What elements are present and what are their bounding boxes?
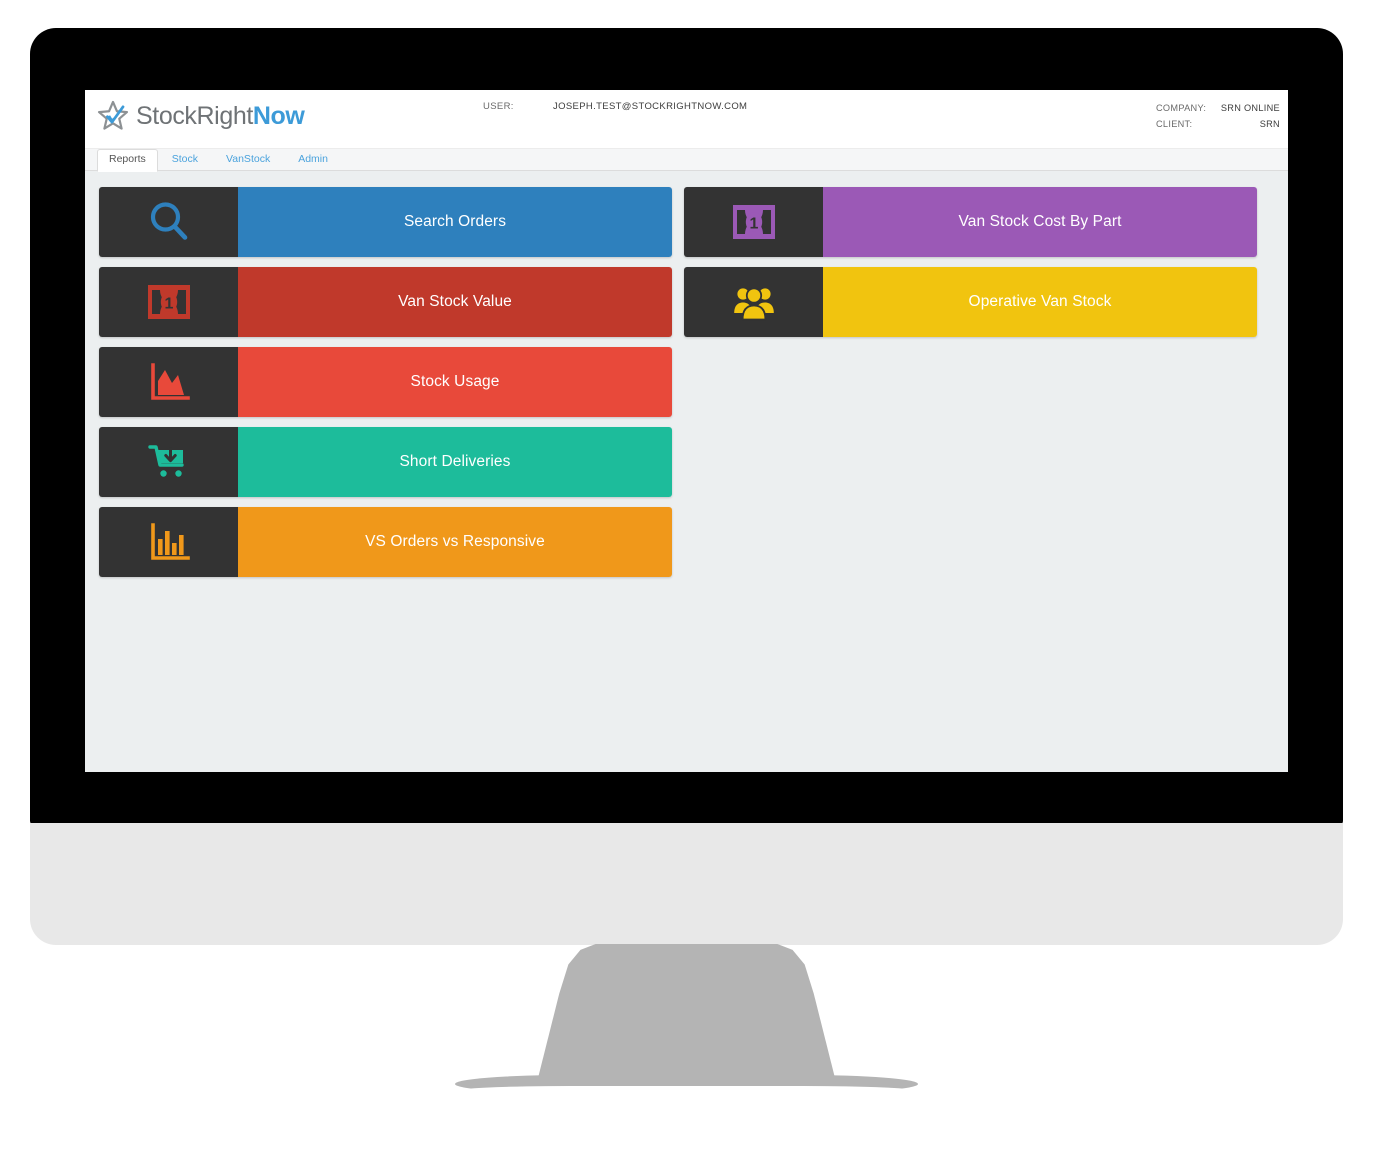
user-value: JOSEPH.TEST@STOCKRIGHTNOW.COM bbox=[553, 101, 748, 112]
report-tile[interactable]: Search Orders bbox=[99, 187, 672, 257]
logo-text-primary: StockRight bbox=[136, 101, 253, 130]
report-tile-label: Van Stock Cost By Part bbox=[823, 187, 1257, 257]
report-tile-label: Stock Usage bbox=[238, 347, 672, 417]
user-info: USER: JOSEPH.TEST@STOCKRIGHTNOW.COM bbox=[483, 101, 747, 112]
svg-text:1: 1 bbox=[164, 296, 173, 313]
monitor-stand-neck bbox=[535, 944, 838, 1090]
banknote-icon: 1 bbox=[684, 187, 823, 257]
report-tile[interactable]: 1 Van Stock Cost By Part bbox=[684, 187, 1257, 257]
monitor-stand-foot-shadow bbox=[455, 1086, 918, 1096]
nav-tab-admin[interactable]: Admin bbox=[284, 149, 342, 171]
nav-tabs: Reports Stock VanStock Admin bbox=[97, 149, 1288, 172]
nav-tab-stock[interactable]: Stock bbox=[158, 149, 212, 171]
account-info: COMPANY: SRN ONLINE CLIENT: SRN bbox=[1156, 100, 1280, 132]
user-label: USER: bbox=[483, 101, 514, 112]
report-tile[interactable]: Stock Usage bbox=[99, 347, 672, 417]
app-logo-text: StockRightNow bbox=[136, 101, 305, 131]
report-tile-label: Short Deliveries bbox=[238, 427, 672, 497]
monitor-chin bbox=[30, 823, 1343, 945]
company-label: COMPANY: bbox=[1156, 103, 1207, 113]
report-tile-label: Search Orders bbox=[238, 187, 672, 257]
app-header: StockRightNow USER: JOSEPH.TEST@STOCKRIG… bbox=[85, 90, 1288, 149]
nav-tab-vanstock[interactable]: VanStock bbox=[212, 149, 284, 171]
report-tile-label: VS Orders vs Responsive bbox=[238, 507, 672, 577]
report-tile[interactable]: Operative Van Stock bbox=[684, 267, 1257, 337]
company-row: COMPANY: SRN ONLINE bbox=[1156, 100, 1280, 116]
magnifier-icon bbox=[99, 187, 238, 257]
reports-content: Search Orders 1 Van Stock Value Stock Usage… bbox=[85, 171, 1288, 772]
logo-text-accent: Now bbox=[252, 101, 305, 130]
report-tile-label: Van Stock Value bbox=[238, 267, 672, 337]
star-check-logo-icon bbox=[96, 99, 130, 133]
bar-chart-icon bbox=[99, 507, 238, 577]
client-value: SRN bbox=[1259, 119, 1280, 129]
users-group-icon bbox=[684, 267, 823, 337]
report-tile-column-right: 1 Van Stock Cost By Part Operative Van Sto… bbox=[684, 187, 1257, 577]
report-tile-column-left: Search Orders 1 Van Stock Value Stock Usage… bbox=[99, 187, 672, 577]
cart-download-icon bbox=[99, 427, 238, 497]
client-row: CLIENT: SRN bbox=[1156, 116, 1280, 132]
report-tile[interactable]: Short Deliveries bbox=[99, 427, 672, 497]
monitor-scene: StockRightNow USER: JOSEPH.TEST@STOCKRIG… bbox=[0, 0, 1373, 1169]
area-chart-icon bbox=[99, 347, 238, 417]
app-logo[interactable]: StockRightNow bbox=[96, 99, 305, 133]
banknote-icon: 1 bbox=[99, 267, 238, 337]
svg-text:1: 1 bbox=[749, 216, 758, 233]
report-tile[interactable]: 1 Van Stock Value bbox=[99, 267, 672, 337]
nav-tab-reports[interactable]: Reports bbox=[97, 149, 158, 172]
client-label: CLIENT: bbox=[1156, 119, 1193, 129]
report-tile-grid: Search Orders 1 Van Stock Value Stock Usage… bbox=[99, 187, 1274, 577]
report-tile[interactable]: VS Orders vs Responsive bbox=[99, 507, 672, 577]
company-value: SRN ONLINE bbox=[1220, 103, 1280, 113]
nav-bar: Reports Stock VanStock Admin bbox=[85, 149, 1288, 172]
report-tile-label: Operative Van Stock bbox=[823, 267, 1257, 337]
app-screen: StockRightNow USER: JOSEPH.TEST@STOCKRIG… bbox=[85, 90, 1288, 772]
